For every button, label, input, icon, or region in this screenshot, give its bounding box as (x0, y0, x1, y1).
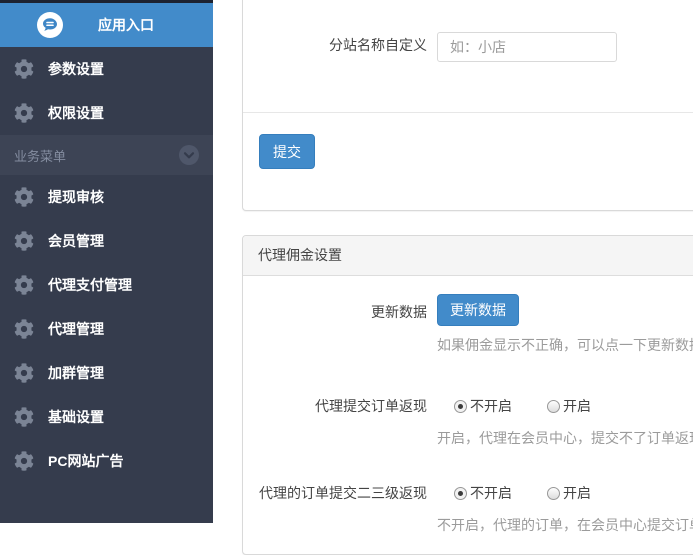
sidebar-item-withdrawal-review[interactable]: 提现审核 (0, 175, 213, 219)
subsite-name-input[interactable] (437, 32, 617, 62)
subsite-name-label: 分站名称自定义 (243, 35, 427, 55)
sidebar-item-label: 基础设置 (48, 407, 104, 427)
sidebar-section-business-menu[interactable]: 业务菜单 (0, 135, 213, 175)
radio-selected-icon[interactable] (454, 400, 467, 413)
radio-option-label: 开启 (563, 394, 591, 418)
chevron-down-icon (179, 145, 199, 165)
sidebar-item-label: 加群管理 (48, 363, 104, 383)
sidebar-item-label: 代理支付管理 (48, 275, 132, 295)
update-data-label: 更新数据 (243, 302, 427, 322)
comment-icon (37, 12, 63, 38)
sidebar-item-pc-site-ads[interactable]: PC网站广告 (0, 439, 213, 483)
radio-option-off[interactable]: 不开启 (454, 394, 512, 418)
submit-button[interactable]: 提交 (259, 134, 315, 169)
sidebar-item-parameter-settings[interactable]: 参数设置 (0, 47, 213, 91)
gear-icon (14, 275, 34, 295)
tier-cashback-radio-group: 不开启 开启 (454, 481, 626, 505)
subsite-settings-panel: 分站名称自定义 提交 (242, 0, 693, 211)
radio-option-label: 不开启 (470, 481, 512, 505)
sidebar-section-label: 业务菜单 (14, 146, 66, 165)
gear-icon (14, 59, 34, 79)
radio-unselected-icon[interactable] (547, 400, 560, 413)
sidebar-item-app-entry[interactable]: 应用入口 (0, 3, 213, 47)
radio-unselected-icon[interactable] (547, 487, 560, 500)
radio-selected-icon[interactable] (454, 487, 467, 500)
radio-option-label: 开启 (563, 481, 591, 505)
radio-option-on[interactable]: 开启 (547, 394, 591, 418)
gear-icon (14, 363, 34, 383)
gear-icon (14, 231, 34, 251)
radio-option-on[interactable]: 开启 (547, 481, 591, 505)
sidebar-item-label: 提现审核 (48, 187, 104, 207)
gear-icon (14, 103, 34, 123)
radio-option-off[interactable]: 不开启 (454, 481, 512, 505)
sidebar-item-label: PC网站广告 (48, 451, 123, 471)
sidebar-item-label: 权限设置 (48, 103, 104, 123)
panel-footer-divider (243, 112, 693, 113)
agent-order-cashback-help-text: 开启，代理在会员中心，提交不了订单返现 (437, 428, 693, 448)
agent-order-cashback-label: 代理提交订单返现 (243, 396, 427, 416)
sidebar: 应用入口 参数设置 权限设置 业务菜单 提现审核 会员管理 代理支付管理 代理管… (0, 0, 213, 523)
sidebar-item-member-management[interactable]: 会员管理 (0, 219, 213, 263)
sidebar-item-label: 会员管理 (48, 231, 104, 251)
main-content: 分站名称自定义 提交 代理佣金设置 更新数据 更新数据 如果佣金显示不正确，可以… (213, 0, 693, 523)
sidebar-item-permission-settings[interactable]: 权限设置 (0, 91, 213, 135)
agent-commission-panel: 代理佣金设置 更新数据 更新数据 如果佣金显示不正确，可以点一下更新数据 代理提… (242, 235, 693, 555)
sidebar-item-label: 代理管理 (48, 319, 104, 339)
gear-icon (14, 319, 34, 339)
panel-title: 代理佣金设置 (243, 236, 693, 276)
gear-icon (14, 407, 34, 427)
sidebar-item-label: 参数设置 (48, 59, 104, 79)
tier-cashback-label: 代理的订单提交二三级返现 (243, 483, 427, 503)
sidebar-item-agent-management[interactable]: 代理管理 (0, 307, 213, 351)
sidebar-item-group-management[interactable]: 加群管理 (0, 351, 213, 395)
gear-icon (14, 187, 34, 207)
sidebar-item-label: 应用入口 (98, 15, 154, 35)
gear-icon (14, 451, 34, 471)
update-data-button[interactable]: 更新数据 (437, 294, 519, 326)
sidebar-item-agent-payment-management[interactable]: 代理支付管理 (0, 263, 213, 307)
radio-option-label: 不开启 (470, 394, 512, 418)
sidebar-item-basic-settings[interactable]: 基础设置 (0, 395, 213, 439)
agent-order-cashback-radio-group: 不开启 开启 (454, 394, 626, 418)
update-data-help-text: 如果佣金显示不正确，可以点一下更新数据 (437, 335, 693, 355)
tier-cashback-help-text: 不开启，代理的订单，在会员中心提交订单 (437, 515, 693, 535)
